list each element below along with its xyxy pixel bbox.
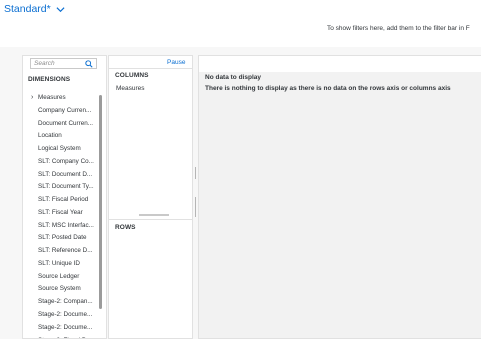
dimension-item[interactable]: SLT: MSC Interfac... xyxy=(23,220,101,233)
layout-panel: Pause COLUMNS Measures ROWS xyxy=(108,55,193,339)
search-icon[interactable] xyxy=(85,59,93,68)
view-title-label: Standard* xyxy=(4,3,51,15)
dimension-item[interactable]: SLT: Fiscal Year xyxy=(23,207,101,220)
dimension-item[interactable]: SLT: Document Ty... xyxy=(23,181,101,194)
dimension-item-label: SLT: Fiscal Period xyxy=(38,196,89,204)
dimension-item-label: SLT: Posted Date xyxy=(38,234,87,242)
chevron-right-icon[interactable]: › xyxy=(31,92,33,105)
splitter-handle[interactable] xyxy=(139,214,169,216)
dimension-item[interactable]: Stage-2: Compan... xyxy=(23,296,101,309)
dimension-item[interactable]: Source Ledger xyxy=(23,271,101,284)
dimension-item[interactable]: Stage-2: Fiscal P... xyxy=(23,335,101,338)
dimension-item-label: Location xyxy=(38,132,62,140)
dimensions-heading: DIMENSIONS xyxy=(28,76,71,83)
dimension-item[interactable]: SLT: Document D... xyxy=(23,169,101,182)
dimension-item-label: Logical System xyxy=(38,145,81,153)
search-input[interactable]: Search xyxy=(30,58,97,69)
chevron-down-icon[interactable] xyxy=(56,5,65,14)
dimension-item[interactable]: Location xyxy=(23,130,101,143)
pause-button[interactable]: Pause xyxy=(167,59,185,66)
dimension-item[interactable]: SLT: Company Co... xyxy=(23,156,101,169)
dimension-item-label: Stage-2: Compan... xyxy=(38,298,93,306)
dimension-item[interactable]: Company Curren... xyxy=(23,105,101,118)
dimension-item[interactable]: › Measures xyxy=(23,92,101,105)
dimension-item[interactable]: Document Curren... xyxy=(23,118,101,131)
dimension-item-label: SLT: Document D... xyxy=(38,170,93,178)
dimensions-scrollbar[interactable] xyxy=(99,95,102,309)
dimension-item-label: SLT: MSC Interfac... xyxy=(38,221,94,229)
dimensions-list: › Measures Company Curren... Document Curre… xyxy=(23,92,101,338)
dimension-item[interactable]: SLT: Reference D... xyxy=(23,245,101,258)
view-title[interactable]: Standard* xyxy=(4,0,65,18)
panel-divider[interactable] xyxy=(106,55,107,339)
dimension-item-label: SLT: Company Co... xyxy=(38,157,94,165)
search-placeholder: Search xyxy=(34,60,55,67)
dimension-item-label: SLT: Unique ID xyxy=(38,259,80,267)
data-area: No data to display There is nothing to d… xyxy=(198,55,481,339)
dimension-item[interactable]: Logical System xyxy=(23,143,101,156)
no-data-title: No data to display xyxy=(205,74,261,81)
data-grid-background xyxy=(199,72,481,338)
rows-heading: ROWS xyxy=(115,224,136,231)
dimension-item-label: Stage-2: Docume... xyxy=(38,311,93,319)
dimension-item[interactable]: Stage-2: Docume... xyxy=(23,309,101,322)
columns-dropzone[interactable]: COLUMNS Measures xyxy=(109,68,192,213)
dimensions-panel: Search DIMENSIONS › Measures Company Curre… xyxy=(22,55,106,339)
columns-heading: COLUMNS xyxy=(115,72,149,79)
dimension-item-label: SLT: Reference D... xyxy=(38,247,93,255)
dimension-item-label: Stage-2: Docume... xyxy=(38,323,93,331)
dimension-item-label: Measures xyxy=(38,94,66,101)
filter-bar-hint: To show filters here, add them to the fi… xyxy=(327,25,470,32)
columns-item-measures[interactable]: Measures xyxy=(116,85,145,92)
dimension-item-label: Company Curren... xyxy=(38,106,92,114)
dimension-item[interactable]: Stage-2: Docume... xyxy=(23,322,101,335)
dimension-item[interactable]: SLT: Posted Date xyxy=(23,232,101,245)
resize-grip-lower[interactable] xyxy=(195,197,196,217)
dimension-item[interactable]: SLT: Unique ID xyxy=(23,258,101,271)
resize-grip-upper[interactable] xyxy=(195,167,196,179)
dimension-item-label: SLT: Document Ty... xyxy=(38,183,94,191)
dimension-item-label: Source System xyxy=(38,285,81,293)
dimension-item[interactable]: SLT: Fiscal Period xyxy=(23,194,101,207)
dimension-item-label: SLT: Fiscal Year xyxy=(38,208,83,216)
workspace: Search DIMENSIONS › Measures Company Curre… xyxy=(0,47,481,339)
no-data-description: There is nothing to display as there is … xyxy=(205,85,451,92)
dimension-item[interactable]: Source System xyxy=(23,283,101,296)
rows-dropzone[interactable]: ROWS xyxy=(109,219,192,338)
dimension-item-label: Document Curren... xyxy=(38,119,93,127)
dimension-item-label: Source Ledger xyxy=(38,272,80,280)
